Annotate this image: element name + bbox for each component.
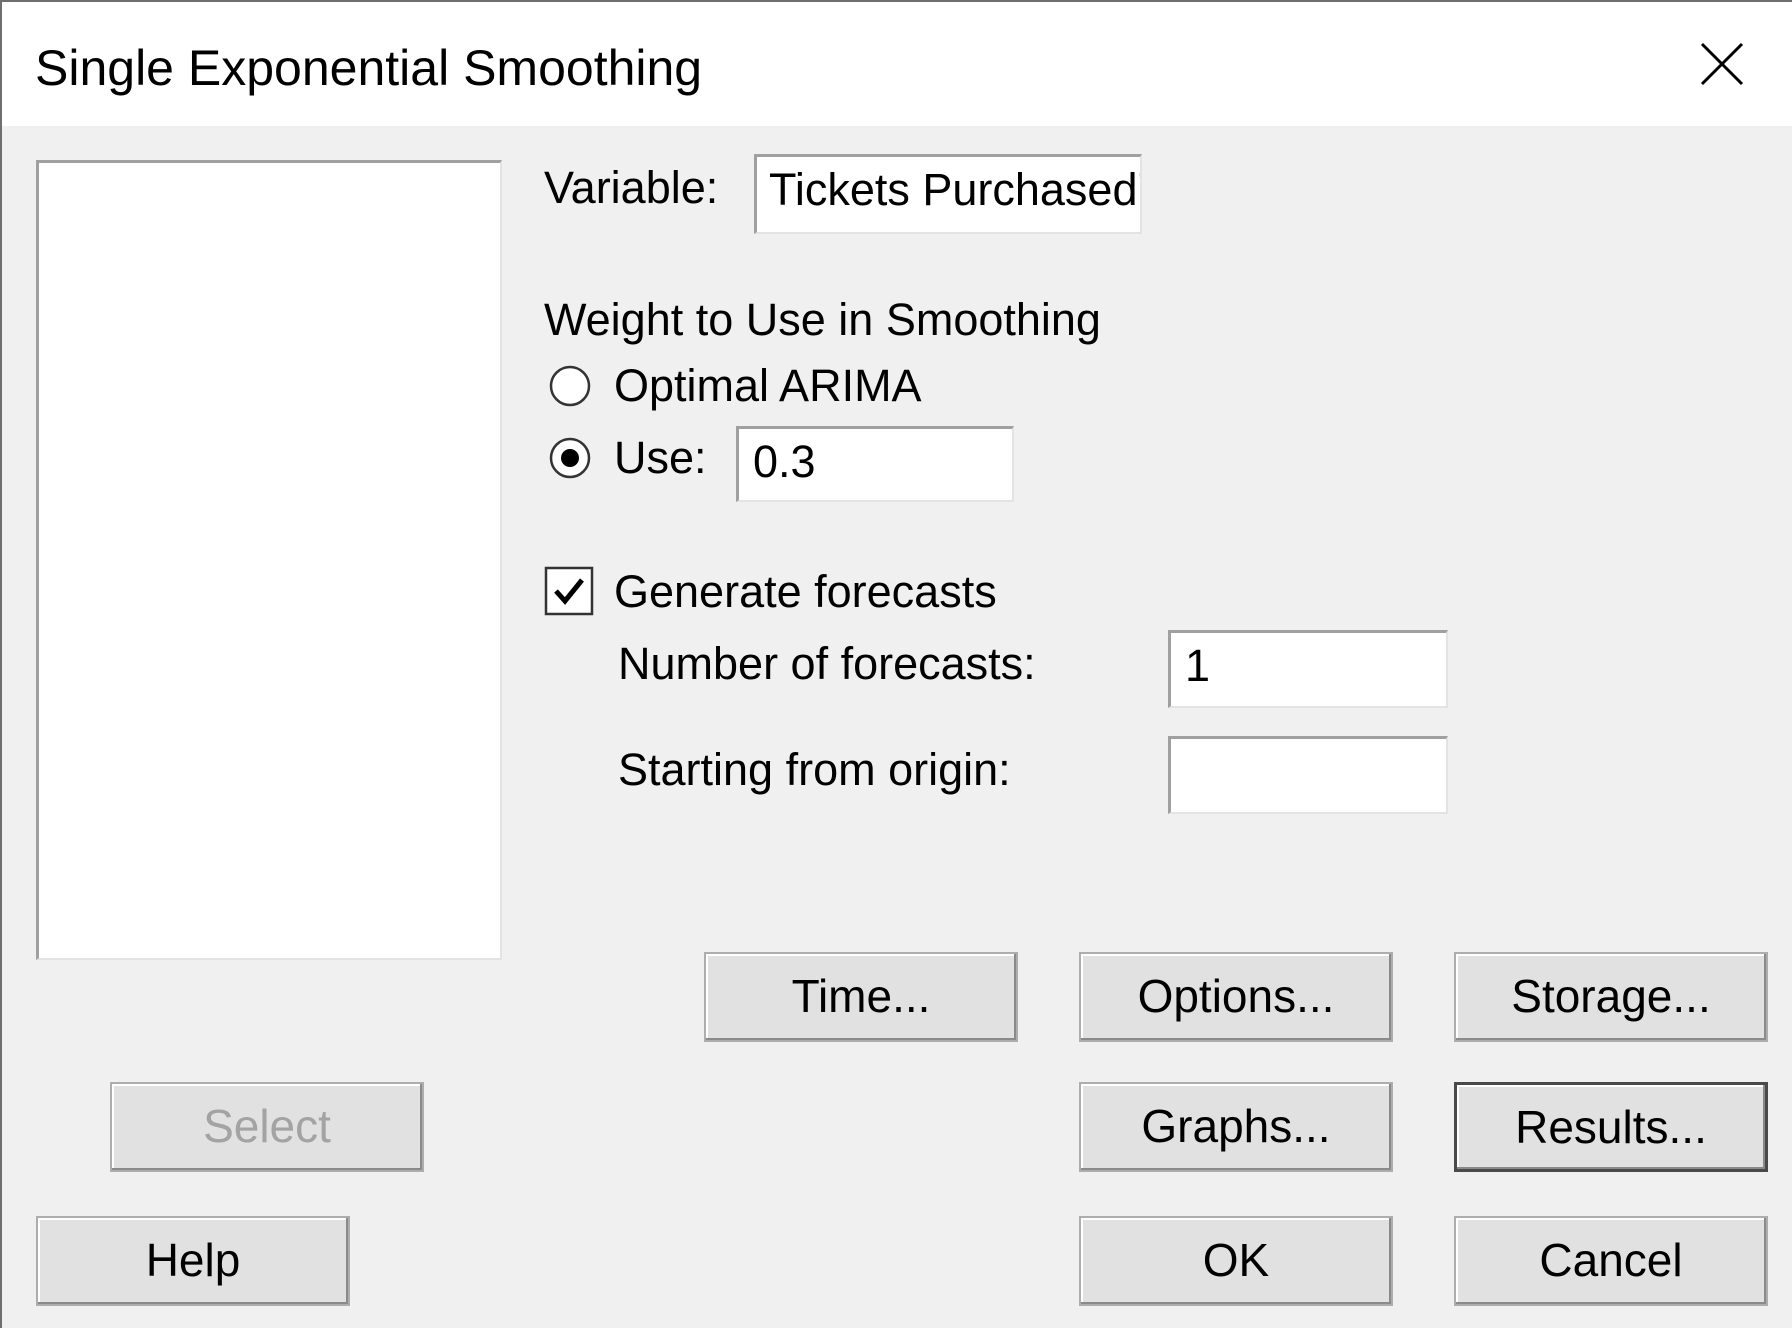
help-button[interactable]: Help bbox=[36, 1216, 350, 1306]
starting-from-origin-label: Starting from origin: bbox=[618, 744, 1011, 795]
graphs-button[interactable]: Graphs... bbox=[1079, 1082, 1393, 1172]
variable-input[interactable]: Tickets Purchased' bbox=[754, 154, 1142, 234]
single-exponential-smoothing-dialog: Single Exponential Smoothing Variable: T… bbox=[0, 0, 1792, 1328]
radio-optimal-arima[interactable] bbox=[548, 364, 592, 408]
radio-use[interactable] bbox=[548, 436, 592, 480]
generate-forecasts-checkbox[interactable] bbox=[544, 566, 594, 616]
radio-selected-icon bbox=[549, 437, 591, 479]
ok-button[interactable]: OK bbox=[1079, 1216, 1393, 1306]
select-button[interactable]: Select bbox=[110, 1082, 424, 1172]
generate-forecasts-label: Generate forecasts bbox=[614, 566, 997, 617]
results-button[interactable]: Results... bbox=[1454, 1082, 1768, 1172]
variable-label: Variable: bbox=[544, 162, 719, 213]
options-button[interactable]: Options... bbox=[1079, 952, 1393, 1042]
radio-unselected-icon bbox=[549, 365, 591, 407]
weight-heading: Weight to Use in Smoothing bbox=[544, 294, 1101, 345]
number-of-forecasts-input[interactable]: 1 bbox=[1168, 630, 1448, 708]
cancel-button[interactable]: Cancel bbox=[1454, 1216, 1768, 1306]
checkmark-icon bbox=[544, 566, 594, 616]
time-button[interactable]: Time... bbox=[704, 952, 1018, 1042]
variable-list[interactable] bbox=[36, 160, 502, 960]
storage-button[interactable]: Storage... bbox=[1454, 952, 1768, 1042]
dialog-title: Single Exponential Smoothing bbox=[35, 40, 703, 96]
close-icon bbox=[1700, 42, 1744, 86]
close-button[interactable] bbox=[1682, 30, 1760, 98]
number-of-forecasts-label: Number of forecasts: bbox=[618, 638, 1036, 689]
weight-use-input[interactable]: 0.3 bbox=[736, 426, 1014, 502]
radio-optimal-arima-label: Optimal ARIMA bbox=[614, 360, 922, 411]
title-bar: Single Exponential Smoothing bbox=[2, 2, 1792, 126]
starting-from-origin-input[interactable] bbox=[1168, 736, 1448, 814]
radio-use-label: Use: bbox=[614, 432, 707, 483]
